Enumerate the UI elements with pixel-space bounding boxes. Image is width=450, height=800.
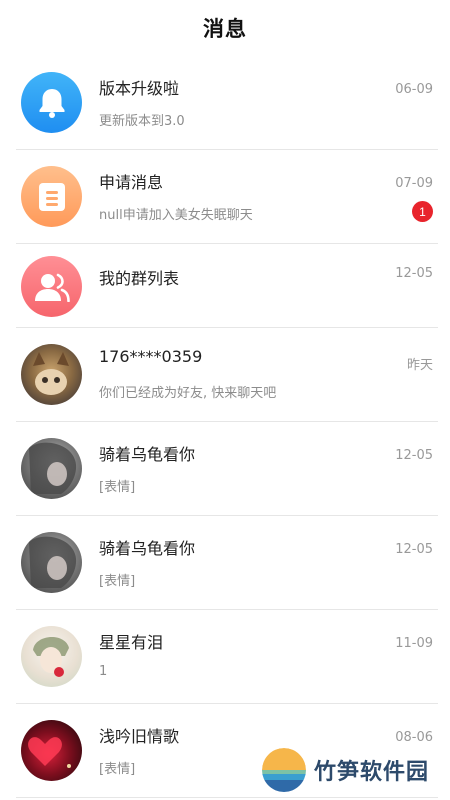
watermark-logo-icon: [262, 748, 306, 792]
group-icon: [21, 256, 82, 317]
app-header: 消息: [0, 0, 450, 56]
conversation-name: 浅吟旧情歌: [99, 727, 180, 746]
conversation-preview: [表情]: [99, 574, 136, 589]
conversation-list: 版本升级啦 06-09 更新版本到3.0 申请消息 07-09 null申请加入…: [0, 56, 450, 798]
conversation-name: 176****0359: [99, 347, 203, 366]
conversation-preview: [表情]: [99, 762, 136, 777]
conversation-name: 版本升级啦: [99, 79, 180, 98]
conversation-item[interactable]: 骑着乌龟看你 12-05 [表情]: [0, 516, 450, 610]
watermark-text: 竹笋软件园: [314, 760, 430, 785]
conversation-time: 12-05: [395, 542, 433, 557]
conversation-preview: 1: [99, 664, 108, 679]
document-icon: [21, 166, 82, 227]
divider: [16, 797, 438, 798]
conversation-preview: 你们已经成为好友, 快来聊天吧: [99, 386, 277, 401]
cat-photo-avatar: [21, 344, 82, 405]
watermark: 竹笋软件园: [262, 748, 429, 792]
conversation-time: 12-05: [395, 448, 433, 463]
conversation-name: 申请消息: [99, 173, 164, 192]
conversation-time: 06-09: [395, 82, 433, 97]
conversation-time: 12-05: [395, 266, 433, 281]
girl-photo-avatar: [21, 438, 82, 499]
conversation-time: 11-09: [395, 636, 433, 651]
conversation-item[interactable]: 星星有泪 11-09 1: [0, 610, 450, 704]
conversation-time: 昨天: [406, 358, 433, 373]
conversation-name: 星星有泪: [99, 633, 164, 652]
conversation-preview: null申请加入美女失眠聊天: [99, 208, 253, 223]
conversation-item[interactable]: 176****0359 昨天 你们已经成为好友, 快来聊天吧: [0, 328, 450, 422]
girl-photo-avatar: [21, 532, 82, 593]
page-title: 消息: [203, 17, 247, 41]
anime-boy-photo-avatar: [21, 626, 82, 687]
conversation-preview: 更新版本到3.0: [99, 114, 185, 129]
conversation-time: 07-09: [395, 176, 433, 191]
conversation-preview: [表情]: [99, 480, 136, 495]
red-heart-photo-avatar: [21, 720, 82, 781]
conversation-name: 骑着乌龟看你: [99, 539, 196, 558]
conversation-name: 我的群列表: [99, 269, 180, 288]
conversation-item[interactable]: 版本升级啦 06-09 更新版本到3.0: [0, 56, 450, 150]
conversation-name: 骑着乌龟看你: [99, 445, 196, 464]
conversation-item[interactable]: 申请消息 07-09 null申请加入美女失眠聊天 1: [0, 150, 450, 244]
conversation-time: 08-06: [395, 730, 433, 745]
unread-badge: 1: [412, 201, 433, 222]
conversation-item[interactable]: 骑着乌龟看你 12-05 [表情]: [0, 422, 450, 516]
conversation-item[interactable]: 我的群列表 12-05: [0, 244, 450, 328]
bell-icon: [21, 72, 82, 133]
